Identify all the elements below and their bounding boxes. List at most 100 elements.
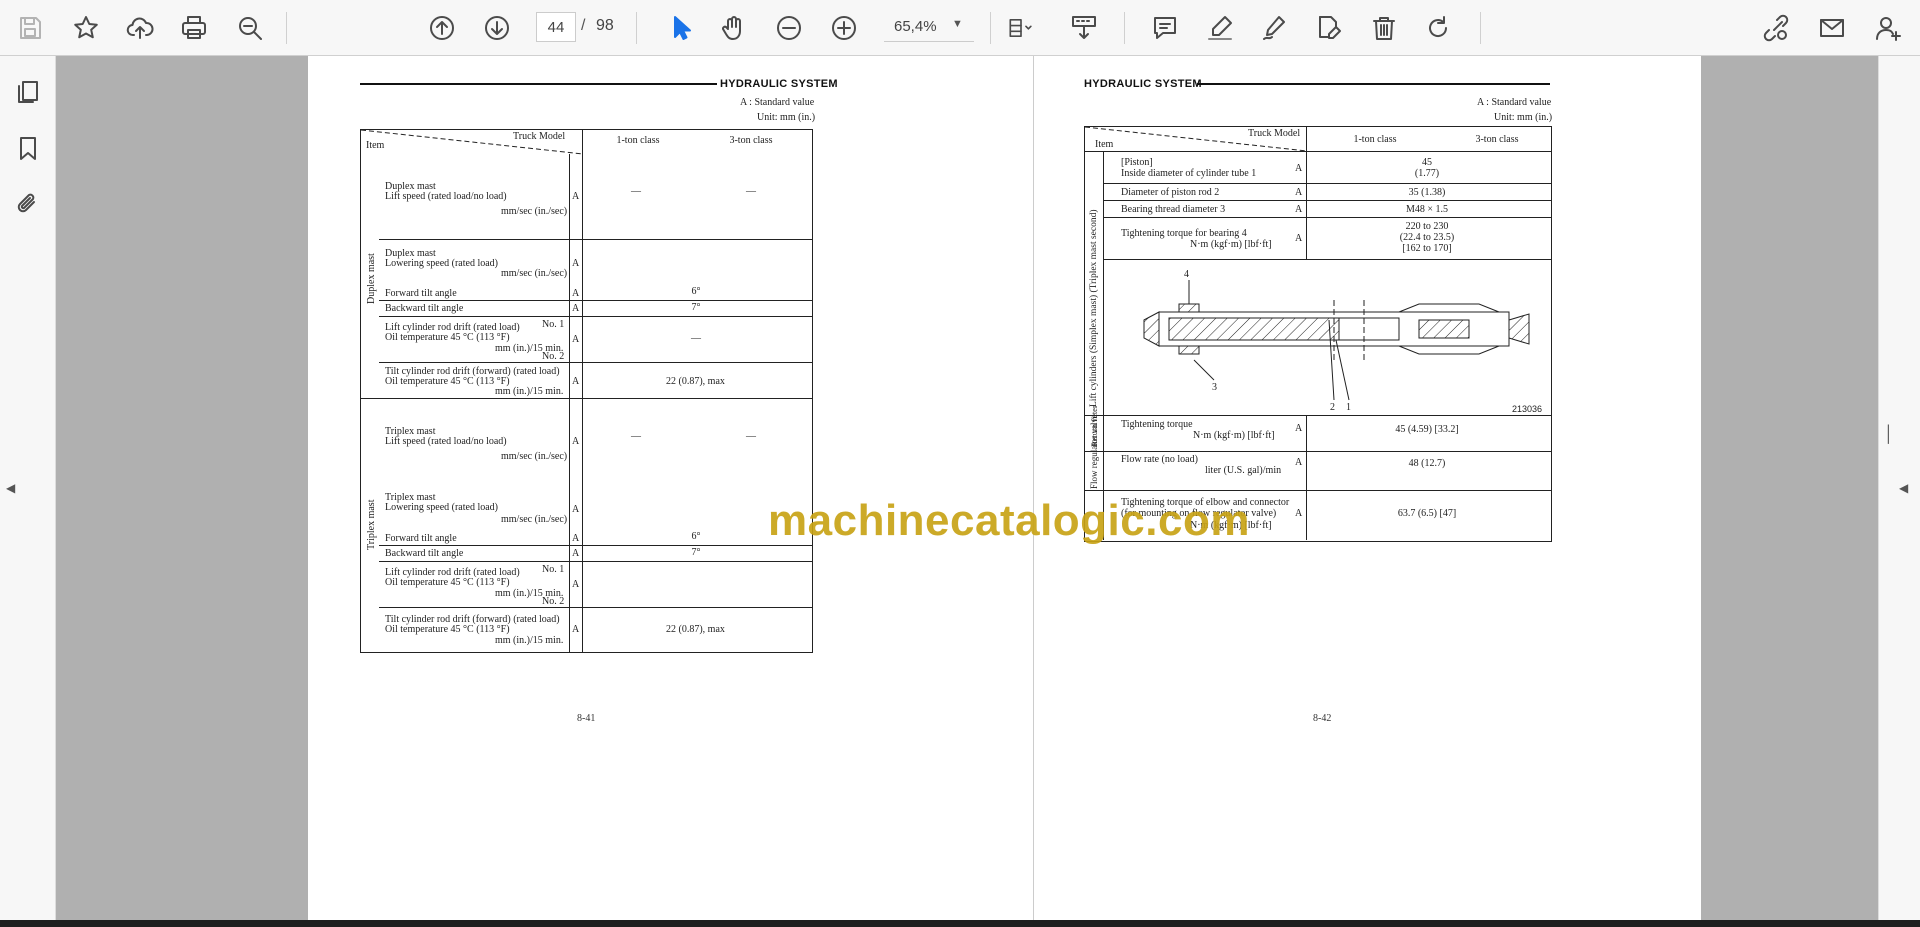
col-divider [569, 154, 570, 652]
value-both: 22 (0.87), max [666, 376, 725, 387]
standard-mark: A [572, 504, 580, 515]
header-rule [360, 83, 717, 85]
delete-icon[interactable] [1364, 8, 1404, 48]
share-link-icon[interactable] [1756, 8, 1796, 48]
row-label: Oil temperature 45 °C (113 °F) [385, 376, 510, 387]
header-rule [1197, 83, 1550, 85]
collapse-left-icon[interactable]: ◀ [6, 481, 15, 495]
previous-page-icon[interactable] [422, 8, 462, 48]
taskbar-strip [0, 920, 1920, 927]
lift-cylinder-cross-section-figure: 4 3 2 1 213036 [1143, 269, 1542, 414]
comment-icon[interactable] [1145, 8, 1185, 48]
row-unit: mm/sec (in./sec) [501, 206, 568, 217]
navigation-sidebar: ◀ [0, 56, 56, 920]
row-sub-label: No. 1 [542, 319, 565, 330]
standard-mark: A [1295, 204, 1303, 215]
save-icon[interactable] [10, 8, 50, 48]
row-unit: N·m (kgf·m) [lbf·ft] [1193, 430, 1275, 441]
chevron-down-icon[interactable]: ▼ [952, 18, 963, 30]
figure-id: 213036 [1512, 404, 1542, 414]
standard-mark: A [1295, 423, 1303, 434]
bookmark-star-icon[interactable] [66, 8, 106, 48]
upload-cloud-icon[interactable] [120, 8, 160, 48]
toolbar-divider [1480, 12, 1481, 44]
row-label: Lowering speed (rated load) [385, 502, 499, 513]
main-toolbar: / 98 65,4% ▼ [0, 0, 1920, 56]
select-arrow-icon[interactable] [660, 8, 700, 48]
group-flow-regulator-label: Flow regulator valve [1089, 414, 1099, 489]
col-1ton-header: 1-ton class [616, 135, 660, 146]
standard-mark: A [572, 303, 580, 314]
value-both: — [691, 333, 701, 344]
row-unit: N·m (kgf·m) [lbf·ft] [1190, 239, 1272, 250]
standard-mark: A [1295, 457, 1303, 468]
standard-mark: A [572, 579, 580, 590]
spec-table-right: Truck Model Item 1-ton class 3-ton class… [1084, 126, 1552, 489]
group-duplex-label: Duplex mast [366, 253, 377, 304]
page-header-title: HYDRAULIC SYSTEM [720, 78, 838, 90]
unit-note: Unit: mm (in.) [757, 112, 816, 123]
pdf-page-left: HYDRAULIC SYSTEM A : Standard value Unit… [308, 56, 1033, 920]
standard-mark: A [572, 436, 580, 447]
page-number-input[interactable] [536, 12, 576, 42]
col-3ton-header: 3-ton class [729, 135, 773, 146]
value-both: 63.7 (6.5) [47] [1397, 508, 1457, 519]
figure-cell: 4 3 2 1 213036 [1104, 260, 1551, 415]
right-panel-rail: │ ◀ [1878, 56, 1920, 920]
thumbnails-icon[interactable] [10, 74, 46, 110]
row-label: Flow rate (no load) [1121, 454, 1198, 465]
expand-right-panel-icon[interactable]: ◀ [1899, 481, 1908, 495]
row-label: Oil temperature 45 °C (113 °F) [385, 624, 510, 635]
value-1ton: — [631, 186, 641, 197]
page-view-icon[interactable] [996, 8, 1046, 48]
document-viewer[interactable]: HYDRAULIC SYSTEM A : Standard value Unit… [56, 56, 1878, 920]
page-number: 8-42 [1313, 713, 1332, 724]
scroll-mode-icon[interactable] [1064, 8, 1104, 48]
email-icon[interactable] [1812, 8, 1852, 48]
value-both: 35 (1.38) [1408, 187, 1446, 198]
row-unit: mm (in.)/15 min. [495, 635, 564, 646]
standard-mark: A [1295, 163, 1303, 174]
attachments-icon[interactable] [10, 186, 46, 222]
row-label: Tightening torque [1121, 419, 1193, 430]
value-both: 48 (12.7) [1408, 458, 1446, 469]
fill-sign-icon[interactable] [1309, 8, 1349, 48]
standard-mark: A [572, 548, 580, 559]
draw-pen-icon[interactable] [1254, 8, 1294, 48]
row-sub-label: No. 1 [542, 564, 565, 575]
value-both: [162 to 170] [1402, 243, 1452, 254]
resize-handle-icon[interactable]: │ [1884, 426, 1894, 444]
spec-table-left: Truck Model Item 1-ton class 3-ton class… [360, 129, 813, 653]
page-separator: / [581, 17, 586, 34]
truck-model-header: Truck Model [513, 131, 566, 142]
col-1ton-header: 1-ton class [1353, 134, 1397, 145]
value-both: 45 (4.59) [33.2] [1395, 424, 1459, 435]
zoom-in-icon[interactable] [824, 8, 864, 48]
next-page-icon[interactable] [477, 8, 517, 48]
row-unit: mm/sec (in./sec) [501, 451, 568, 462]
col-3ton-header: 3-ton class [1475, 134, 1519, 145]
page-header-title: HYDRAULIC SYSTEM [1084, 78, 1202, 90]
zoom-out-search-icon[interactable] [230, 8, 270, 48]
row-label: Diameter of piston rod 2 [1121, 187, 1220, 198]
page-total: 98 [596, 17, 614, 34]
value-both: 7° [691, 547, 701, 558]
rotate-icon[interactable] [1418, 8, 1458, 48]
group-triplex-label: Triplex mast [366, 499, 377, 550]
col-divider [582, 130, 583, 652]
row-label: Backward tilt angle [385, 548, 464, 559]
standard-mark: A [1295, 187, 1303, 198]
page-number: 8-41 [577, 713, 596, 724]
zoom-out-icon[interactable] [769, 8, 809, 48]
row-label: Bearing thread diameter 3 [1121, 204, 1226, 215]
print-icon[interactable] [174, 8, 214, 48]
value-3ton: — [746, 431, 756, 442]
row-label: Oil temperature 45 °C (113 °F) [385, 332, 510, 343]
hand-tool-icon[interactable] [714, 8, 754, 48]
highlight-pen-icon[interactable] [1200, 8, 1240, 48]
row-label: Oil temperature 45 °C (113 °F) [385, 577, 510, 588]
bookmarks-icon[interactable] [10, 130, 46, 166]
row-unit: mm/sec (in./sec) [501, 514, 568, 525]
standard-mark: A [1295, 508, 1303, 519]
add-user-icon[interactable] [1868, 8, 1908, 48]
